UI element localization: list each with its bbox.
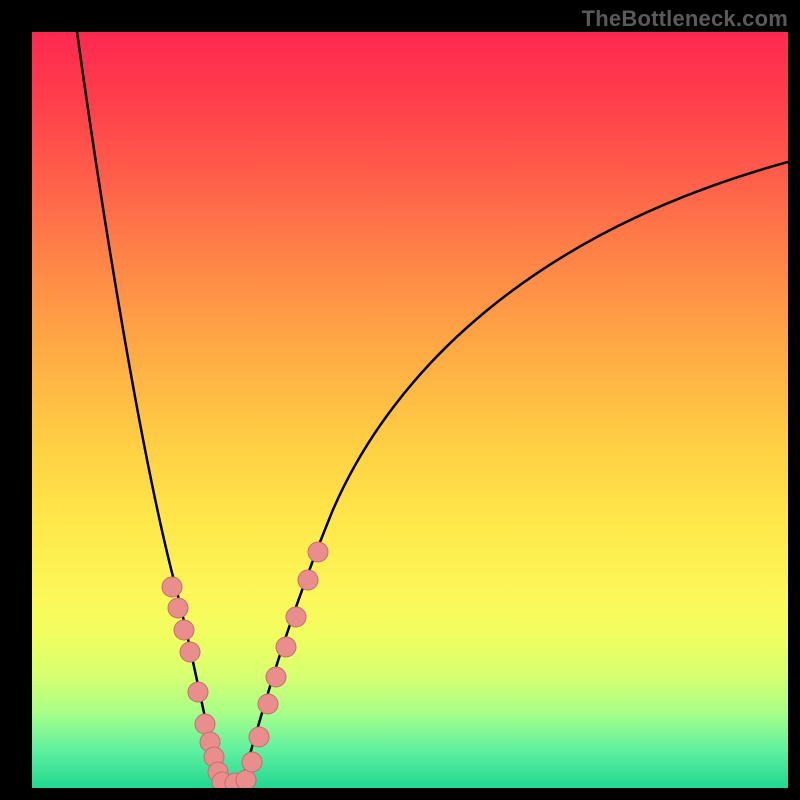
chart-container: TheBottleneck.com bbox=[0, 0, 800, 800]
watermark-text: TheBottleneck.com bbox=[582, 6, 788, 32]
plot-area bbox=[32, 32, 788, 788]
